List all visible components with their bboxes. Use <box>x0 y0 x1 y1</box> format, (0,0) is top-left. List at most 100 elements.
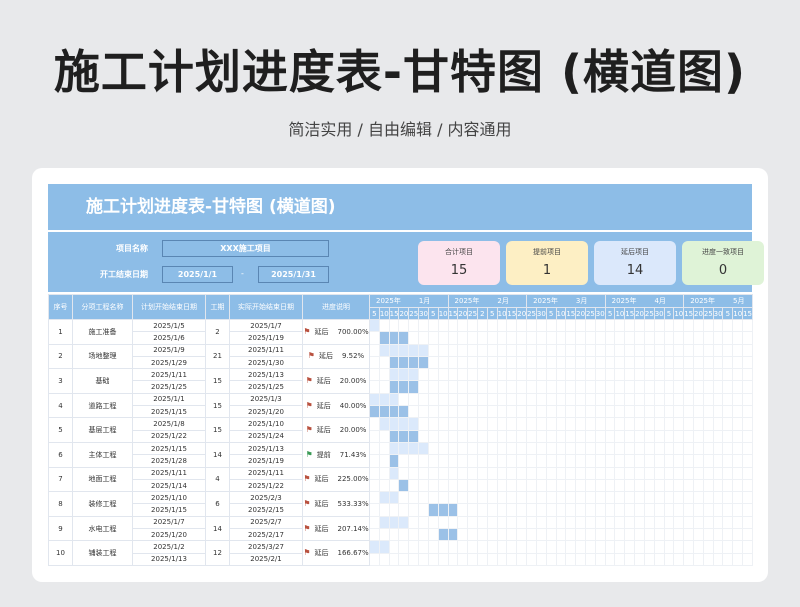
item-name: 主体工程 <box>72 441 133 468</box>
gantt-actual-cell <box>476 355 488 370</box>
gantt-actual-cell <box>712 503 724 517</box>
gantt-plan-cell <box>457 466 469 480</box>
gantt-actual-cell <box>378 552 390 566</box>
day-header: 5 <box>722 307 734 320</box>
gantt-actual-cell <box>516 405 528 419</box>
gantt-actual-cell <box>584 380 596 394</box>
gantt-plan-cell <box>653 368 665 382</box>
gantt-plan-cell <box>486 540 498 554</box>
gantt-actual-cell <box>693 380 704 394</box>
gantt-plan-cell <box>555 343 567 357</box>
actual-end-date: 2025/2/15 <box>229 503 303 517</box>
gantt-actual-cell <box>702 405 714 419</box>
start-date-field[interactable]: 2025/1/1 <box>162 266 233 283</box>
gantt-plan-cell <box>516 466 528 480</box>
day-header: 20 <box>457 307 469 320</box>
gantt-actual-cell <box>732 331 744 345</box>
gantt-actual-cell <box>447 503 459 517</box>
day-header: 20 <box>516 307 528 320</box>
gantt-plan-cell <box>486 318 498 333</box>
gantt-actual-cell <box>653 331 665 345</box>
gantt-actual-cell <box>624 380 636 394</box>
gantt-actual-cell <box>604 331 616 345</box>
gantt-actual-cell <box>584 429 596 443</box>
gantt-plan-cell <box>624 491 636 505</box>
gantt-plan-cell <box>418 318 429 333</box>
gantt-actual-cell <box>427 454 439 468</box>
gantt-plan-cell <box>437 540 449 554</box>
gantt-actual-cell <box>722 380 734 394</box>
gantt-plan-cell <box>634 491 645 505</box>
gantt-actual-cell <box>369 429 380 443</box>
gantt-actual-cell <box>624 552 636 566</box>
gantt-actual-cell <box>447 405 459 419</box>
gantt-actual-cell <box>742 380 753 394</box>
gantt-plan-cell <box>722 466 734 480</box>
gantt-plan-cell <box>457 417 469 431</box>
gantt-plan-cell <box>742 491 753 505</box>
gantt-plan-cell <box>594 540 606 554</box>
gantt-plan-cell <box>722 491 734 505</box>
stat-on-schedule-value: 0 <box>718 263 728 278</box>
gantt-actual-cell <box>634 380 645 394</box>
progress-percent: 700.00% <box>337 327 369 336</box>
gantt-plan-cell <box>712 441 724 456</box>
end-date-field[interactable]: 2025/1/31 <box>258 266 329 283</box>
gantt-plan-cell <box>398 318 410 333</box>
gantt-actual-cell <box>693 478 704 493</box>
gantt-plan-cell <box>663 318 675 333</box>
gantt-plan-cell <box>702 417 714 431</box>
item-name: 水电工程 <box>72 515 133 542</box>
gantt-actual-cell <box>447 429 459 443</box>
gantt-plan-cell <box>545 466 557 480</box>
gantt-actual-cell <box>476 331 488 345</box>
gantt-plan-cell <box>545 343 557 357</box>
status-text: 延后 <box>314 524 329 533</box>
day-header: 5 <box>545 307 557 320</box>
gantt-actual-cell <box>496 503 508 517</box>
gantt-actual-cell <box>398 429 410 443</box>
gantt-plan-cell <box>427 318 439 333</box>
gantt-plan-cell <box>604 515 616 530</box>
gantt-plan-cell <box>427 392 439 407</box>
gantt-actual-cell <box>427 552 439 566</box>
gantt-actual-cell <box>712 429 724 443</box>
project-name-field[interactable]: XXX施工项目 <box>162 240 329 257</box>
gantt-plan-cell <box>486 343 498 357</box>
gantt-plan-cell <box>369 466 380 480</box>
gantt-actual-cell <box>496 454 508 468</box>
gantt-actual-cell <box>712 454 724 468</box>
gantt-actual-cell <box>467 331 478 345</box>
gantt-plan-cell <box>693 466 704 480</box>
gantt-actual-cell <box>476 478 488 493</box>
gantt-actual-cell <box>742 552 753 566</box>
progress-status: ⚑ 延后 207.14% <box>302 515 370 542</box>
gantt-plan-cell <box>457 540 469 554</box>
plan-end-date: 2025/1/14 <box>132 478 206 493</box>
gantt-actual-cell <box>369 355 380 370</box>
day-header: 20 <box>693 307 704 320</box>
actual-start-date: 2025/3/27 <box>229 540 303 554</box>
gantt-plan-cell <box>722 392 734 407</box>
gantt-actual-cell <box>555 552 567 566</box>
gantt-plan-cell <box>427 515 439 530</box>
gantt-plan-cell <box>643 466 655 480</box>
gantt-actual-cell <box>378 405 390 419</box>
gantt-plan-cell <box>418 368 429 382</box>
gantt-plan-cell <box>624 540 636 554</box>
gantt-plan-cell <box>408 392 420 407</box>
gantt-actual-cell <box>516 552 528 566</box>
gantt-plan-cell <box>398 515 410 530</box>
gantt-plan-cell <box>653 392 665 407</box>
gantt-plan-cell <box>408 417 420 431</box>
gantt-actual-cell <box>437 405 449 419</box>
gantt-plan-cell <box>643 392 655 407</box>
gantt-plan-cell <box>584 515 596 530</box>
day-header: 20 <box>634 307 645 320</box>
gantt-actual-cell <box>653 380 665 394</box>
gantt-actual-cell <box>369 503 380 517</box>
gantt-plan-cell <box>506 318 518 333</box>
gantt-plan-cell <box>732 343 744 357</box>
month-header: 2025年 4月 <box>604 294 685 308</box>
gantt-actual-cell <box>742 429 753 443</box>
